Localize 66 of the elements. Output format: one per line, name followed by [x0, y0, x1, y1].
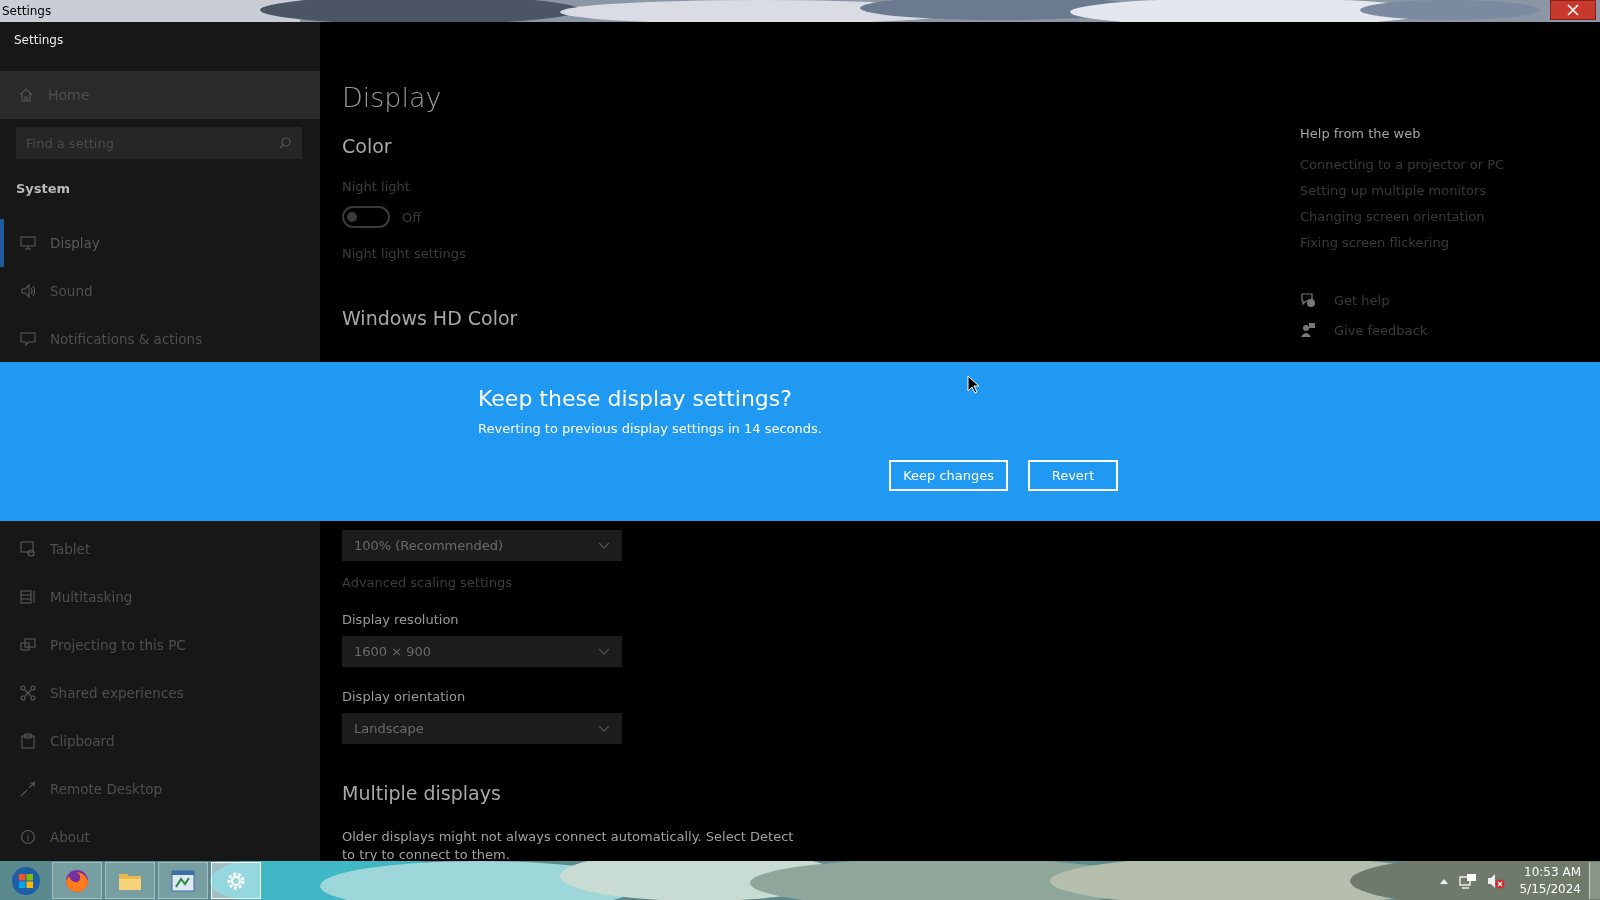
- taskbar-button[interactable]: [52, 862, 102, 899]
- projecting-icon: [20, 637, 36, 653]
- windows-logo-icon: [11, 865, 41, 896]
- setting-label: Night light: [342, 179, 411, 194]
- clipboard-icon: [20, 733, 36, 749]
- chevron-down-icon: [598, 724, 610, 733]
- mouse-cursor-icon: [967, 375, 979, 394]
- toggle-state: Off: [402, 209, 422, 225]
- chevron-down-icon: [598, 541, 610, 550]
- setting-label: Display orientation: [342, 689, 466, 704]
- multitasking-icon: [20, 589, 36, 605]
- section-heading: Multiple displays: [342, 782, 501, 804]
- about-icon: [20, 829, 36, 845]
- person-icon: [1300, 322, 1316, 338]
- sidebar-item[interactable]: Tablet: [0, 525, 320, 573]
- dropdown[interactable]: Landscape: [342, 713, 622, 744]
- sidebar-item[interactable]: Notifications & actions: [0, 315, 320, 353]
- close-button[interactable]: [1550, 0, 1596, 20]
- dropdown[interactable]: 1600 × 900: [342, 636, 622, 667]
- help-action-link[interactable]: Give feedback: [1334, 322, 1428, 338]
- section-heading: Color: [342, 135, 393, 157]
- muted-speaker-icon[interactable]: [1487, 872, 1506, 889]
- section-heading: Windows HD Color: [342, 307, 519, 329]
- chat-bubble-icon: [1300, 292, 1316, 308]
- search-icon: [278, 136, 292, 150]
- taskbar-button[interactable]: [158, 862, 208, 899]
- dropdown[interactable]: 100% (Recommended): [342, 530, 622, 561]
- taskbar-button[interactable]: [105, 862, 155, 899]
- sidebar-item[interactable]: Shared experiences: [0, 669, 320, 717]
- sidebar-item[interactable]: Remote Desktop: [0, 765, 320, 813]
- section-heading: System: [15, 180, 72, 198]
- sidebar-item[interactable]: About: [0, 813, 320, 861]
- sidebar-item[interactable]: Multitasking: [0, 573, 320, 621]
- close-icon: [1567, 4, 1579, 16]
- page-title: Display: [342, 81, 443, 113]
- setting-label: Display resolution: [342, 612, 459, 627]
- remote-icon: [20, 781, 36, 797]
- sidebar-item[interactable]: Clipboard: [0, 717, 320, 765]
- clock-date[interactable]: 5/15/2024: [1519, 880, 1581, 898]
- sound-icon: [20, 283, 36, 299]
- keep-changes-button[interactable]: Keep changes: [889, 460, 1008, 491]
- dialog-message: Reverting to previous display settings in 14 seconds.: [478, 421, 823, 436]
- help-action-link[interactable]: Get help: [1334, 292, 1390, 308]
- help-link[interactable]: Setting up multiple monitors: [1300, 183, 1600, 198]
- help-link[interactable]: Changing screen orientation: [1300, 209, 1600, 224]
- app-title: Settings: [13, 32, 65, 49]
- help-link[interactable]: Fixing screen flickering: [1300, 235, 1600, 250]
- display-icon: [20, 235, 36, 251]
- clock-time[interactable]: 10:53 AM: [1524, 863, 1581, 881]
- chevron-down-icon: [598, 647, 610, 656]
- settings-link[interactable]: Advanced scaling settings: [342, 575, 512, 590]
- shared-icon: [20, 685, 36, 701]
- window-title: Settings: [0, 4, 52, 18]
- network-icon[interactable]: [1459, 872, 1478, 889]
- description-text: Older displays might not always connect automatically. Select Detect to try to connect to them.: [342, 828, 795, 864]
- sidebar-item[interactable]: Projecting to this PC: [0, 621, 320, 669]
- toggle-switch[interactable]: [342, 206, 390, 228]
- help-link[interactable]: Connecting to a projector or PC: [1300, 157, 1600, 172]
- dialog-title: Keep these display settings?: [478, 386, 793, 411]
- home-icon: [18, 87, 34, 103]
- tablet-icon: [20, 541, 36, 557]
- help-heading: Help from the web: [1300, 126, 1422, 141]
- revert-button[interactable]: Revert: [1028, 460, 1118, 491]
- notifications-icon: [20, 331, 36, 347]
- sidebar-item[interactable]: Sound: [0, 267, 320, 315]
- settings-link[interactable]: Night light settings: [342, 246, 1300, 261]
